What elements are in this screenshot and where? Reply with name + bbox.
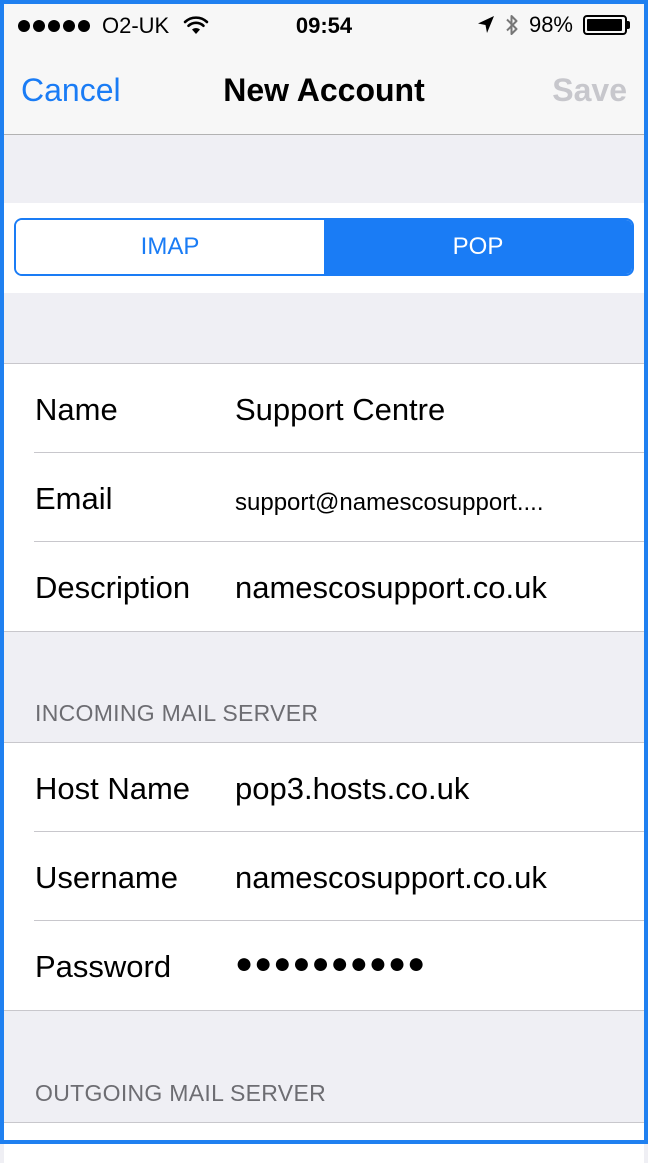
account-details-group: Name Support Centre Email support@namesc… [4, 363, 644, 632]
account-type-segmented-control: IMAP POP [14, 218, 634, 276]
navigation-bar: Cancel New Account Save [4, 48, 644, 135]
outgoing-server-group [4, 1122, 644, 1163]
account-type-section: IMAP POP [4, 203, 644, 293]
host-name-row[interactable]: Host Name pop3.hosts.co.uk [4, 743, 644, 832]
page-title: New Account [223, 72, 425, 108]
password-label: Password [35, 949, 172, 984]
email-row[interactable]: Email support@namescosupport.... [4, 452, 644, 542]
status-right: 98% [477, 12, 630, 38]
description-row[interactable]: Description namescosupport.co.uk [4, 541, 644, 631]
password-field[interactable]: ●●●●●●●●●● [235, 947, 622, 981]
segment-imap[interactable]: IMAP [16, 220, 324, 274]
email-label: Email [35, 481, 113, 516]
incoming-server-group: Host Name pop3.hosts.co.uk Username name… [4, 742, 644, 1011]
description-label: Description [35, 570, 191, 605]
bluetooth-icon [506, 15, 518, 35]
username-label: Username [35, 860, 178, 895]
name-row[interactable]: Name Support Centre [4, 364, 644, 453]
username-row[interactable]: Username namescosupport.co.uk [4, 831, 644, 921]
host-name-field[interactable]: pop3.hosts.co.uk [235, 771, 622, 807]
segment-pop[interactable]: POP [324, 220, 632, 274]
incoming-mail-server-header: INCOMING MAIL SERVER [35, 700, 319, 726]
battery-tip [627, 21, 630, 29]
save-button[interactable]: Save [552, 72, 627, 109]
location-arrow-icon [477, 16, 494, 33]
name-label: Name [35, 392, 118, 427]
battery-body [583, 15, 627, 35]
status-bar: O2-UK 09:54 98% [4, 4, 644, 48]
email-field[interactable]: support@namescosupport.... [235, 489, 622, 517]
password-row[interactable]: Password ●●●●●●●●●● [4, 920, 644, 1010]
host-name-label: Host Name [35, 771, 191, 806]
username-field[interactable]: namescosupport.co.uk [235, 860, 622, 896]
battery-percent: 98% [528, 12, 573, 37]
battery-fill [587, 19, 623, 31]
battery-icon [583, 15, 630, 35]
description-field[interactable]: namescosupport.co.uk [235, 570, 622, 606]
outgoing-mail-server-header: OUTGOING MAIL SERVER [35, 1080, 326, 1106]
name-field[interactable]: Support Centre [235, 392, 622, 428]
